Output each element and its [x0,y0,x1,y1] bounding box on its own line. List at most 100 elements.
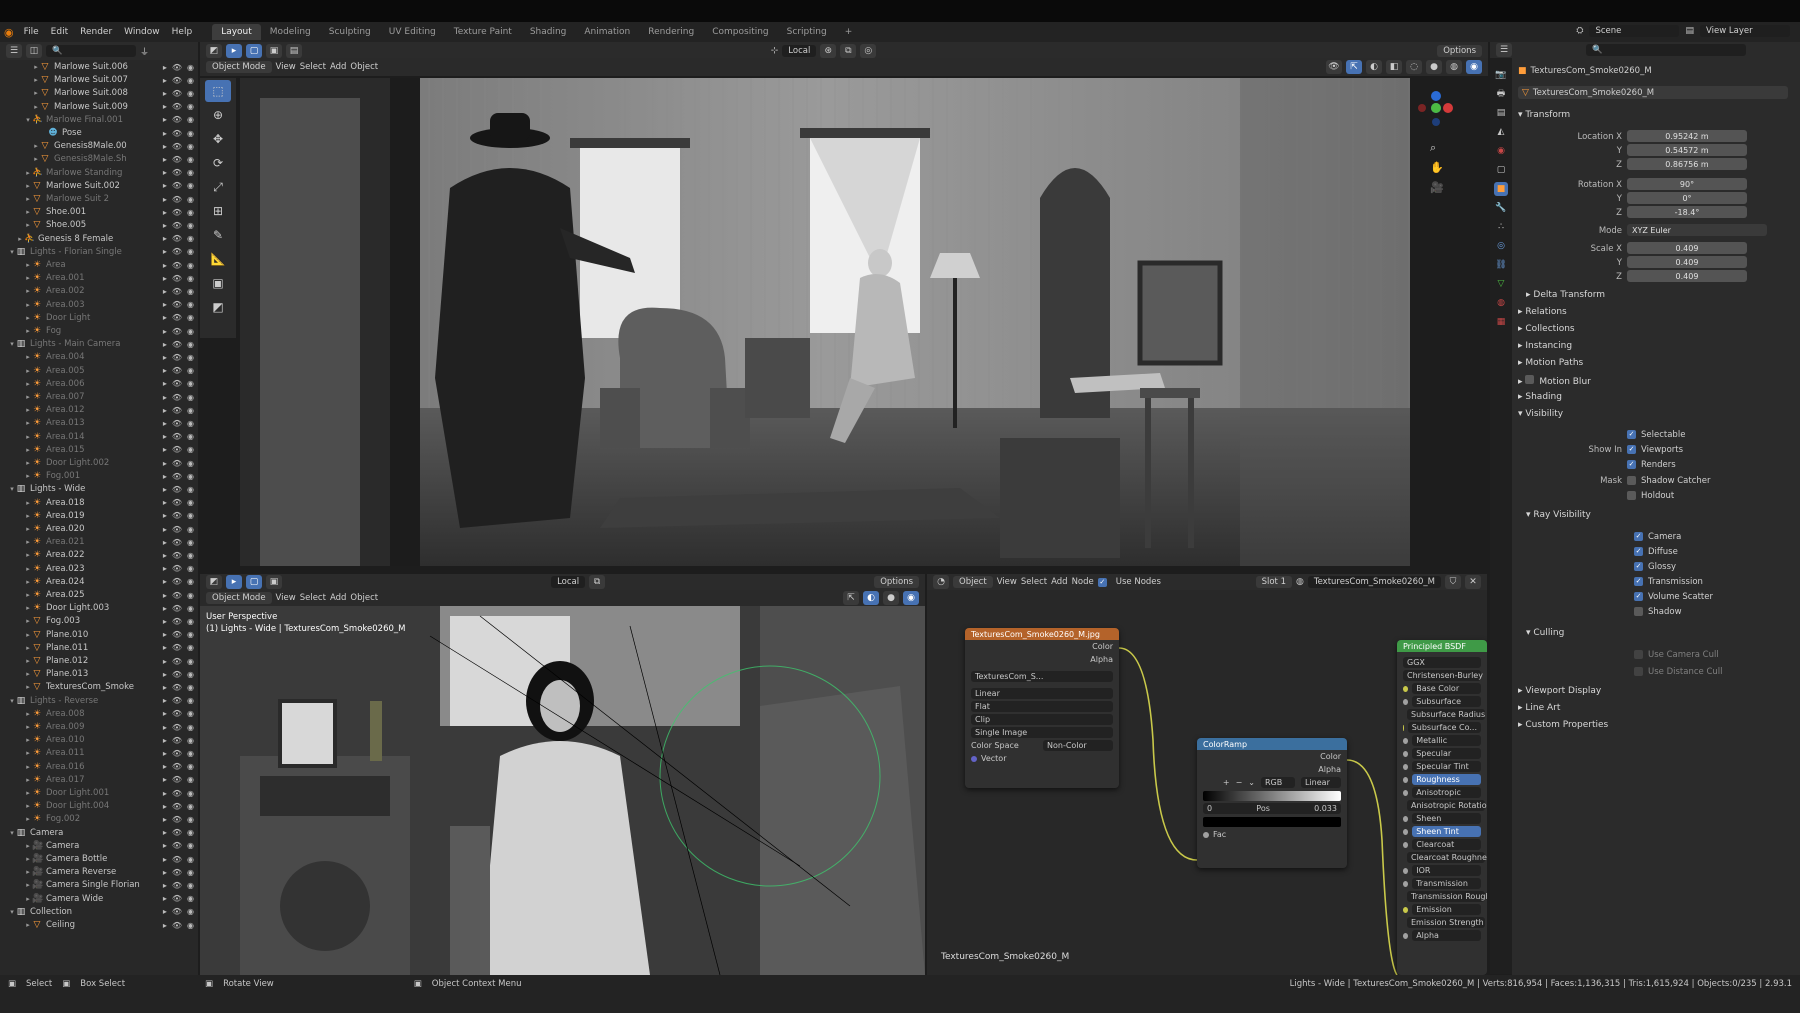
cursor-tool-icon[interactable]: ⊕ [205,104,231,126]
select-extend-icon[interactable]: ▣ [266,44,282,58]
select-arrow-icon[interactable]: ▸ [163,195,167,204]
constraints-tab-icon[interactable]: ⛓ [1494,258,1508,272]
outliner-row[interactable]: ▸ ⛹ Marlowe Standing ▸ 👁 ◉ [0,166,198,180]
outliner-row[interactable]: ▸ ▽ Fog.003 ▸ 👁 ◉ [0,614,198,628]
render-camera-icon[interactable]: ◉ [187,815,194,824]
select-arrow-icon[interactable]: ▸ [163,327,167,336]
expand-icon[interactable]: ▸ [24,182,32,190]
select-arrow-icon[interactable]: ▸ [163,366,167,375]
render-camera-icon[interactable]: ◉ [187,617,194,626]
navigation-gizmo[interactable]: ⌕ ✋ 🎥 [1416,78,1456,198]
rotation-y-field[interactable]: 0° [1627,192,1747,204]
select-arrow-icon[interactable]: ▸ [163,261,167,270]
fake-user-icon[interactable]: ⛉ [1445,575,1461,589]
principled-bsdf-node[interactable]: Principled BSDF GGX Christensen-Burley B… [1397,640,1487,975]
select-arrow-icon[interactable]: ▸ [163,828,167,837]
expand-icon[interactable]: ▸ [24,406,32,414]
outliner-row[interactable]: ▸ ☀ Area.014 ▸ 👁 ◉ [0,430,198,444]
outliner-row[interactable]: ▸ ▽ Ceiling ▸ 👁 ◉ [0,918,198,932]
menu-render[interactable]: Render [74,27,118,37]
expand-icon[interactable]: ▸ [24,644,32,652]
eye-icon[interactable]: 👁 [172,76,182,85]
expand-icon[interactable]: ▸ [24,631,32,639]
view-layer-tab-icon[interactable]: ▤ [1494,106,1508,120]
eye-icon[interactable]: 👁 [172,406,182,415]
eye-icon[interactable]: 👁 [172,195,182,204]
render-camera-icon[interactable]: ◉ [187,485,194,494]
location-z-field[interactable]: 0.86756 m [1627,158,1747,170]
world-tab-icon[interactable]: ◉ [1494,144,1508,158]
snap-icon[interactable]: ⧉ [840,44,857,58]
blender-logo-icon[interactable]: ◉ [4,26,14,39]
output-tab-icon[interactable]: 🖶 [1494,87,1508,101]
tab-animation[interactable]: Animation [575,24,639,40]
bsdf-input-field[interactable]: Anisotropic [1412,787,1481,798]
shading-wire-icon[interactable]: ◌ [1406,60,1422,74]
bsdf-input-field[interactable]: Transmission [1412,878,1481,889]
select-arrow-icon[interactable]: ▸ [163,551,167,560]
expand-icon[interactable]: ▸ [24,565,32,573]
render-camera-icon[interactable]: ◉ [187,498,194,507]
visibility-icon[interactable]: 👁 [1326,60,1342,74]
ramp-gradient-bar[interactable] [1203,790,1341,801]
eye-icon[interactable]: 👁 [172,643,182,652]
menu-window[interactable]: Window [118,27,166,37]
render-camera-icon[interactable]: ◉ [187,406,194,415]
expand-icon[interactable]: ▸ [24,287,32,295]
select-arrow-icon[interactable]: ▸ [163,221,167,230]
culling-section[interactable]: ▾ Culling [1526,628,1564,638]
select-arrow-icon[interactable]: ▸ [163,300,167,309]
bsdf-input-field[interactable]: Anisotropic Rotation [1407,800,1487,811]
axis-gizmo-icon[interactable]: ⌕ ✋ 🎥 [1416,78,1456,198]
render-camera-icon[interactable]: ◉ [187,802,194,811]
select-arrow-icon[interactable]: ▸ [163,353,167,362]
expand-icon[interactable]: ▾ [8,829,16,837]
expand-icon[interactable]: ▸ [24,591,32,599]
expand-icon[interactable]: ▸ [24,657,32,665]
expand-icon[interactable]: ▸ [24,472,32,480]
expand-icon[interactable]: ▾ [24,116,32,124]
bsdf-input-row[interactable]: Specular Tint [1397,760,1487,773]
expand-icon[interactable]: ▸ [24,261,32,269]
select-arrow-icon[interactable]: ▸ [163,102,167,111]
eye-icon[interactable]: 👁 [172,313,182,322]
ramp-stop-index[interactable]: 0 [1207,804,1212,813]
expand-icon[interactable]: ▾ [8,697,16,705]
render-camera-icon[interactable]: ◉ [187,181,194,190]
source-dropdown[interactable]: Single Image [971,727,1113,738]
outliner-row[interactable]: ▸ ☀ Area.018 ▸ 👁 ◉ [0,496,198,510]
location-x-field[interactable]: 0.95242 m [1627,130,1747,142]
render-camera-icon[interactable]: ◉ [187,749,194,758]
render-camera-icon[interactable]: ◉ [187,168,194,177]
render-camera-icon[interactable]: ◉ [187,102,194,111]
select-arrow-icon[interactable]: ▸ [163,538,167,547]
view-layer-selector[interactable]: View Layer [1700,25,1790,37]
render-camera-icon[interactable]: ◉ [187,459,194,468]
bsdf-input-field[interactable]: Transmission Roughne... [1407,891,1487,902]
eye-icon[interactable]: 👁 [172,894,182,903]
shading-rendered-icon[interactable]: ◉ [903,591,919,605]
select-arrow-icon[interactable]: ▸ [163,868,167,877]
bsdf-input-field[interactable]: Emission [1412,904,1481,915]
input-socket-icon[interactable] [1403,750,1409,757]
render-camera-icon[interactable]: ◉ [187,76,194,85]
shading-rendered-icon[interactable]: ◉ [1466,60,1482,74]
render-camera-icon[interactable]: ◉ [187,247,194,256]
add-cube-tool-icon[interactable]: ▣ [205,272,231,294]
expand-icon[interactable]: ▸ [24,617,32,625]
render-camera-icon[interactable]: ◉ [187,142,194,151]
select-arrow-icon[interactable]: ▸ [163,723,167,732]
ray-camera-checkbox[interactable]: ✓ [1634,532,1643,541]
outliner-row[interactable]: ▸ ☀ Area.022 ▸ 👁 ◉ [0,548,198,562]
select-arrow-icon[interactable]: ▸ [163,287,167,296]
select-tool-icon[interactable]: ▸ [226,575,242,589]
scale-x-field[interactable]: 0.409 [1627,242,1747,254]
object-tab-icon[interactable]: ■ [1494,182,1508,196]
eye-icon[interactable]: 👁 [172,525,182,534]
tab-uv-editing[interactable]: UV Editing [380,24,445,40]
expand-icon[interactable]: ▸ [24,446,32,454]
select-arrow-icon[interactable]: ▸ [163,802,167,811]
add-workspace-button[interactable]: + [836,24,862,40]
options-dropdown-2[interactable]: Options [874,576,920,588]
expand-icon[interactable]: ▸ [24,419,32,427]
